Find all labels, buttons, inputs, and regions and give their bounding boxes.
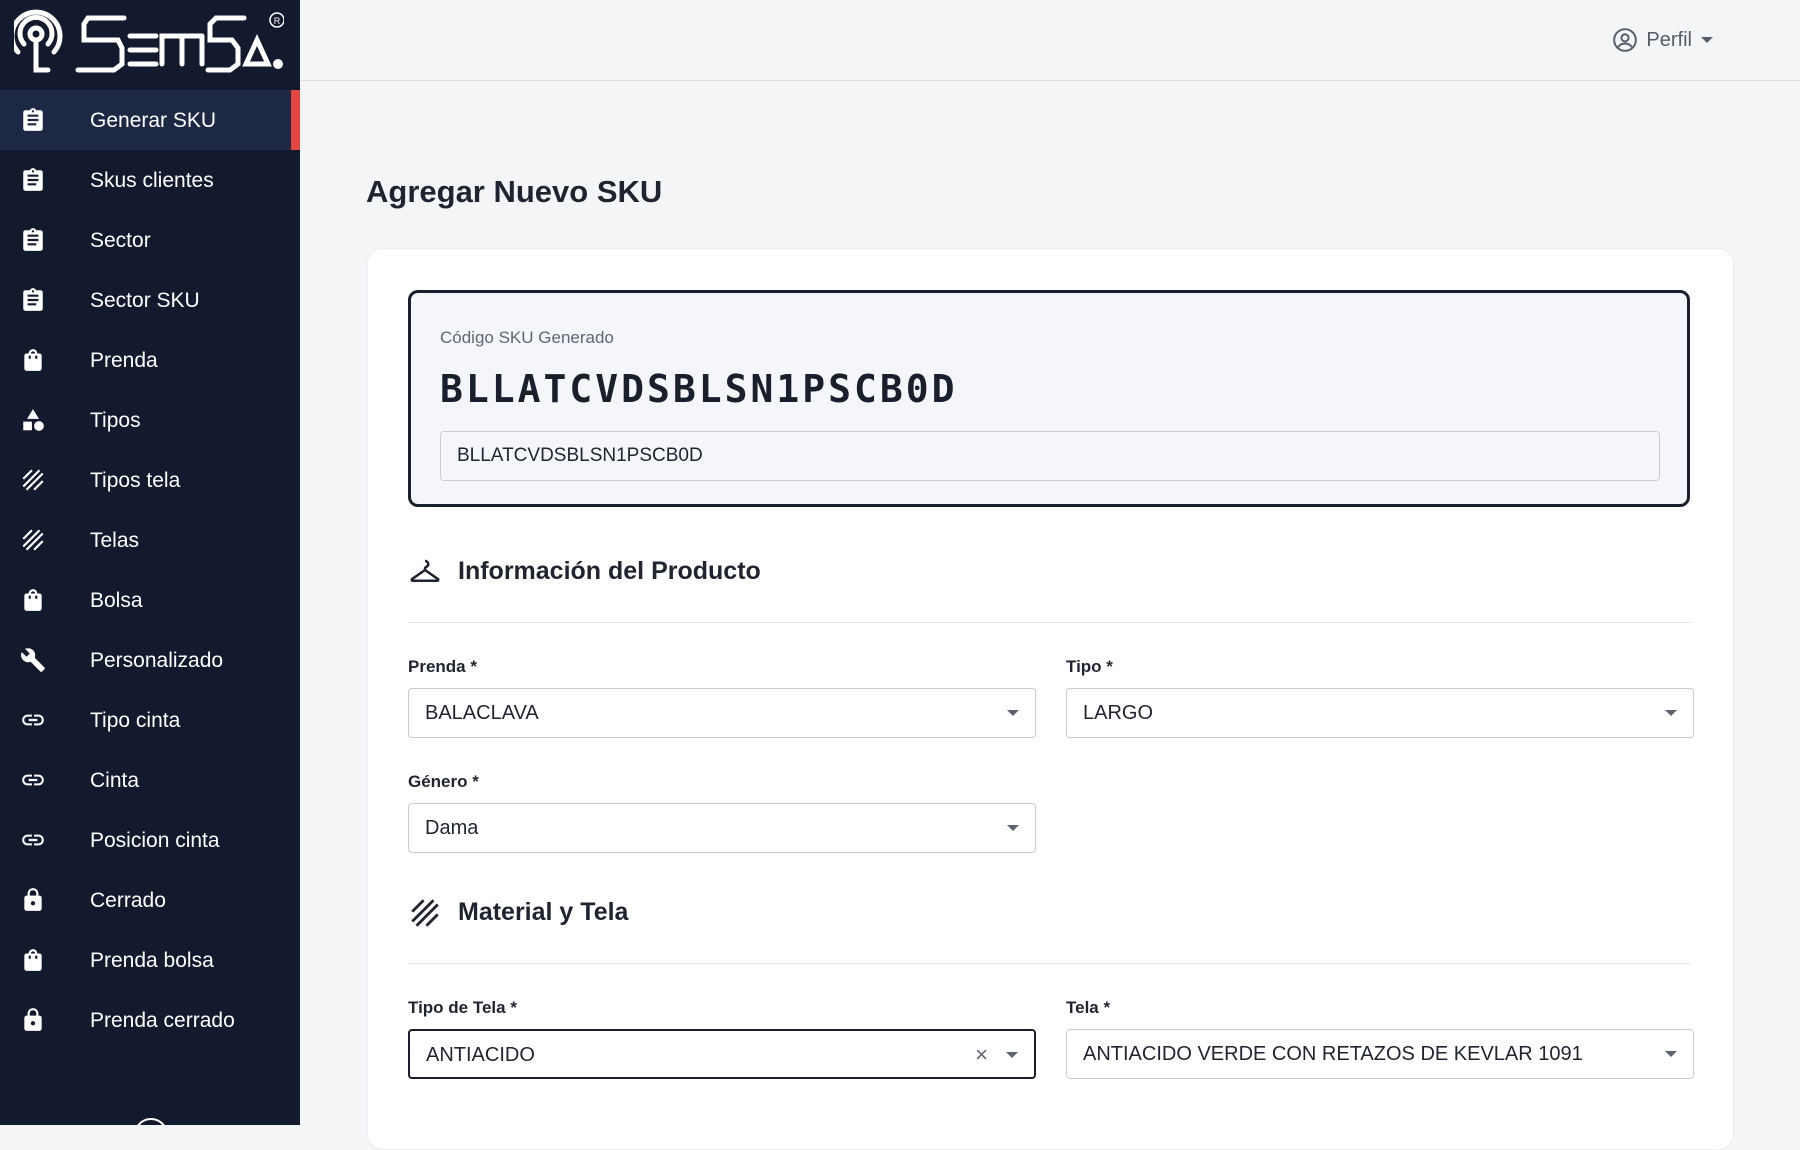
sidebar-item-label: Sector SKU [90,289,200,312]
topbar: Perfil [300,0,1800,81]
chevron-down-icon [1700,35,1714,45]
caret-down-icon [1665,710,1677,716]
sidebar-item-label: Prenda [90,349,158,372]
material-header: Material y Tela [408,893,628,933]
tipo-value: LARGO [1083,702,1154,724]
genero-value: Dama [425,817,479,839]
sidebar-item-label: Tipos [90,409,141,432]
sidebar-item-tipos[interactable]: Tipos [0,390,300,450]
bag-icon [20,587,46,613]
tipo-tela-value: ANTIACIDO [426,1044,535,1066]
bag-icon [20,347,46,373]
tela-select[interactable]: ANTIACIDO VERDE CON RETAZOS DE KEVLAR 10… [1066,1029,1694,1079]
genero-select[interactable]: Dama [408,803,1036,853]
sidebar-item-label: Cerrado [90,889,166,912]
texture-icon [20,467,46,493]
page-title: Agregar Nuevo SKU [366,174,663,209]
texture-icon [408,896,442,930]
caret-down-icon [1665,1051,1677,1057]
generated-sku-caption: Código SKU Generado [440,328,614,347]
clipboard-icon [20,167,46,193]
tipo-tela-select[interactable]: ANTIACIDO × [408,1029,1036,1079]
prenda-value: BALACLAVA [425,702,539,724]
sidebar-item-cerrado[interactable]: Cerrado [0,870,300,930]
section-divider [408,963,1691,964]
semsa-logo[interactable]: R [14,4,284,82]
sidebar-item-tipos-tela[interactable]: Tipos tela [0,450,300,510]
sidebar-item-prenda[interactable]: Prenda [0,330,300,390]
sidebar-item-cinta[interactable]: Cinta [0,750,300,810]
sidebar-item-label: Cinta [90,769,140,792]
bag-icon [20,947,46,973]
hanger-icon [408,555,442,589]
caret-down-icon [1006,1052,1018,1058]
profile-label: Perfil [1646,28,1692,51]
sidebar-item-label: Tipo cinta [90,709,181,732]
material-title: Material y Tela [458,898,629,926]
lock-icon [20,887,46,913]
lock-icon [20,1007,46,1033]
caret-down-icon [1007,825,1019,831]
texture-icon [20,527,46,553]
tipo-label: Tipo * [1066,657,1113,676]
product-info-header: Información del Producto [408,552,761,592]
caret-down-icon [1007,710,1019,716]
generated-sku-field[interactable] [440,431,1660,481]
account-circle-icon[interactable] [134,1118,168,1125]
clipboard-icon [20,227,46,253]
sidebar-item-bolsa[interactable]: Bolsa [0,570,300,630]
sidebar-item-telas[interactable]: Telas [0,510,300,570]
shapes-icon [20,407,46,433]
sidebar-item-personalizado[interactable]: Personalizado [0,630,300,690]
sidebar-item-label: Posicion cinta [90,829,220,852]
tela-value: ANTIACIDO VERDE CON RETAZOS DE KEVLAR 10… [1083,1043,1583,1065]
tipo-tela-label: Tipo de Tela * [408,998,517,1017]
clear-icon[interactable]: × [975,1044,988,1066]
clipboard-icon [20,287,46,313]
sidebar-item-tipo-cinta[interactable]: Tipo cinta [0,690,300,750]
sidebar-item-sector-sku[interactable]: Sector SKU [0,270,300,330]
sidebar-item-label: Sector [90,229,151,252]
sidebar-item-label: Bolsa [90,589,143,612]
sku-form-card: Código SKU Generado BLLATCVDSBLSN1PSCB0D… [367,248,1734,1150]
sidebar-item-label: Prenda cerrado [90,1009,235,1032]
tipo-select[interactable]: LARGO [1066,688,1694,738]
sidebar-item-label: Tipos tela [90,469,181,492]
section-divider [408,622,1691,623]
link-icon [20,827,46,853]
sidebar-item-prenda-bolsa[interactable]: Prenda bolsa [0,930,300,990]
link-icon [20,707,46,733]
sidebar-item-label: Skus clientes [90,169,214,192]
sidebar-item-label: Prenda bolsa [90,949,214,972]
sidebar-item-label: Personalizado [90,649,224,672]
sidebar-nav: Generar SKU Skus clientes Sector Sector … [0,90,300,1050]
sidebar-item-skus-clientes[interactable]: Skus clientes [0,150,300,210]
sidebar-item-posicion-cinta[interactable]: Posicion cinta [0,810,300,870]
genero-label: Género * [408,772,479,791]
svg-text:R: R [274,16,281,26]
prenda-label: Prenda * [408,657,477,676]
clipboard-icon [20,107,46,133]
generated-sku-panel: Código SKU Generado BLLATCVDSBLSN1PSCB0D [408,290,1690,507]
sidebar-item-sector[interactable]: Sector [0,210,300,270]
sidebar-item-label: Generar SKU [90,109,217,132]
user-circle-icon [1612,27,1638,53]
link-icon [20,767,46,793]
profile-menu-button[interactable]: Perfil [1612,24,1714,56]
sidebar-item-prenda-cerrado[interactable]: Prenda cerrado [0,990,300,1050]
sidebar-item-generar-sku[interactable]: Generar SKU [0,90,300,150]
product-info-title: Información del Producto [458,557,761,585]
prenda-select[interactable]: BALACLAVA [408,688,1036,738]
wrench-icon [20,647,46,673]
tela-label: Tela * [1066,998,1111,1017]
sidebar-item-label: Telas [90,529,140,552]
sidebar: R Generar SKU Skus clientes Sector Secto… [0,0,300,1125]
generated-sku-code: BLLATCVDSBLSN1PSCB0D [440,367,958,411]
